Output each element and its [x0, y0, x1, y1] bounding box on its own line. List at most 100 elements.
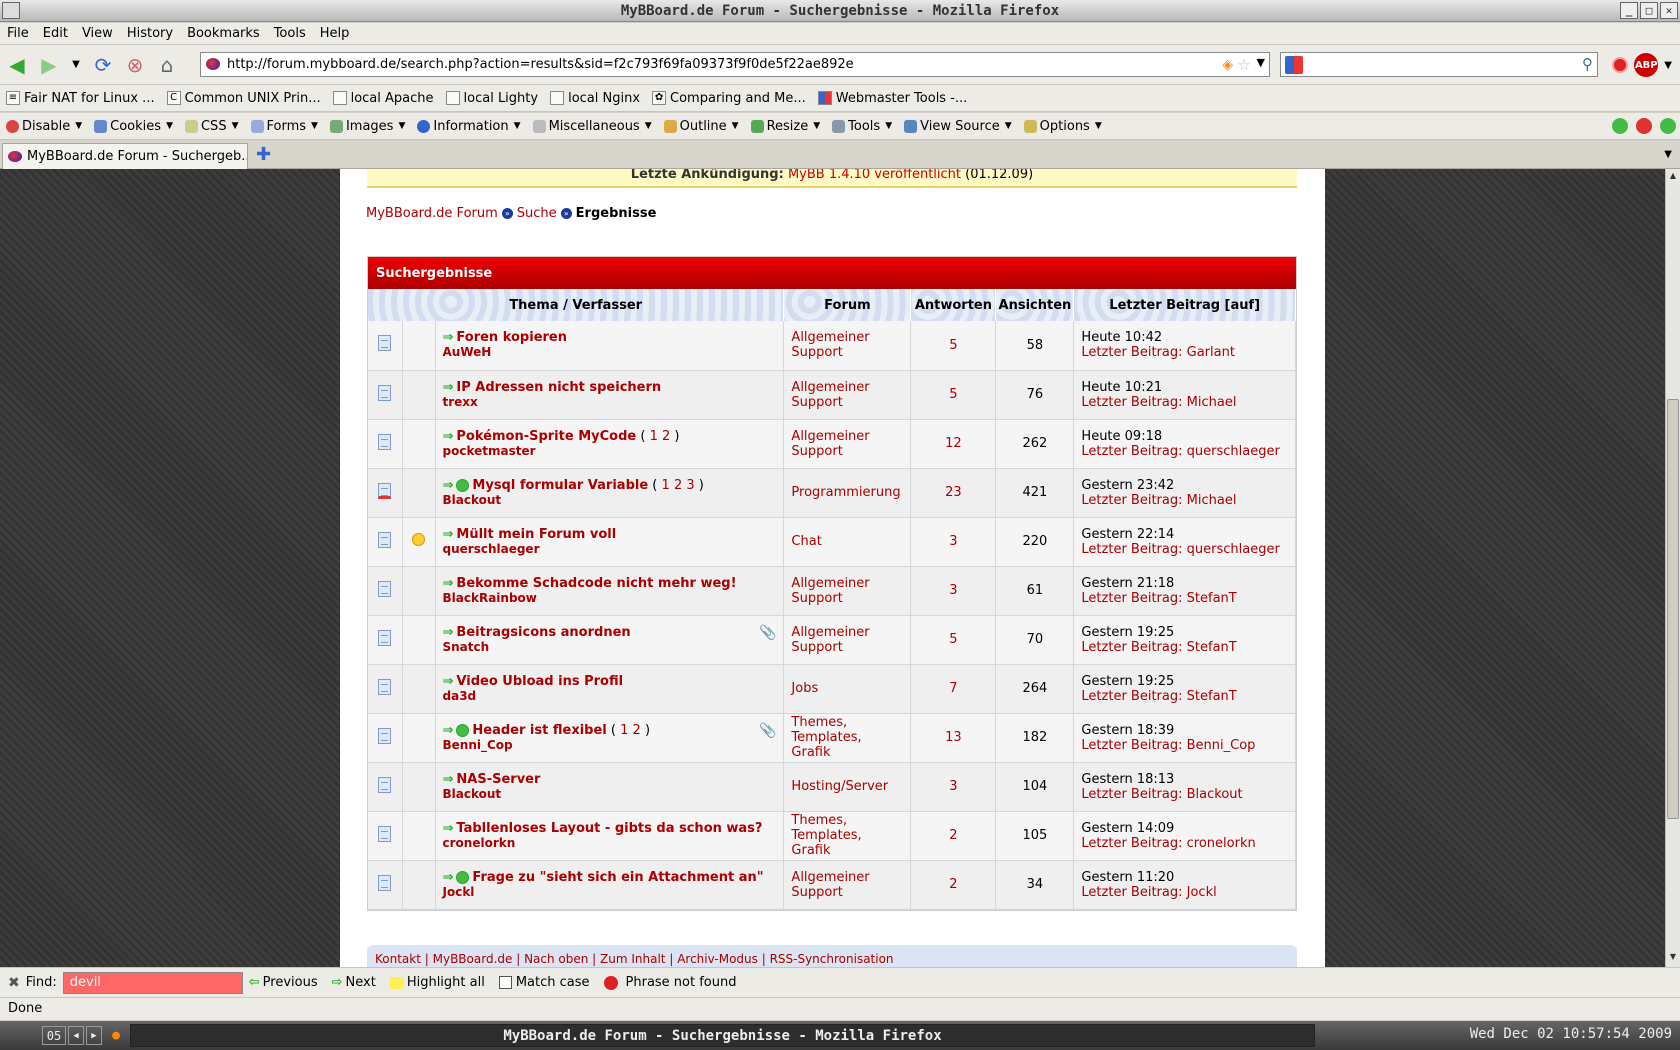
menu-history[interactable]: History	[120, 26, 180, 41]
last-post-link[interactable]: Letzter Beitrag: StefanT	[1081, 591, 1236, 606]
footer-link-archive[interactable]: Archiv-Modus	[677, 952, 758, 966]
topic-author-link[interactable]: Blackout	[443, 787, 502, 801]
home-button[interactable]: ⌂	[152, 50, 182, 80]
bookmark-star-icon[interactable]: ☆	[1238, 56, 1251, 74]
goto-new-arrow-icon[interactable]: ⇒	[443, 527, 454, 542]
dev-images-menu[interactable]: Images ▼	[324, 119, 411, 134]
answers-link[interactable]: 7	[949, 681, 957, 696]
dev-disable-menu[interactable]: Disable ▼	[0, 119, 88, 134]
topic-author-link[interactable]: trexx	[443, 395, 478, 409]
footer-link-top[interactable]: Nach oben	[524, 952, 588, 966]
last-post-link[interactable]: Letzter Beitrag: Benni_Cop	[1081, 738, 1255, 753]
goto-new-arrow-icon[interactable]: ⇒	[443, 772, 454, 787]
firefox-icon[interactable]: ●	[108, 1026, 124, 1045]
answers-link[interactable]: 12	[945, 436, 962, 451]
bookmark-item[interactable]: Webmaster Tools -...	[812, 91, 974, 106]
page-link[interactable]: 2	[674, 478, 682, 493]
topic-author-link[interactable]: Snatch	[443, 640, 490, 654]
forum-link[interactable]: Allgemeiner Support	[791, 625, 869, 655]
forum-link[interactable]: Allgemeiner Support	[791, 380, 869, 410]
page-link[interactable]: 1	[650, 429, 658, 444]
goto-new-arrow-icon[interactable]: ⇒	[443, 576, 454, 591]
answers-link[interactable]: 5	[949, 632, 957, 647]
forum-link[interactable]: Allgemeiner Support	[791, 330, 869, 360]
forum-link[interactable]: Allgemeiner Support	[791, 870, 869, 900]
dev-resize-menu[interactable]: Resize ▼	[745, 119, 827, 134]
topic-author-link[interactable]: Jockl	[443, 885, 475, 899]
topic-title-link[interactable]: Video Ubload ins Profil	[456, 674, 623, 689]
bookmark-item[interactable]: local Nginx	[544, 91, 646, 106]
answers-link[interactable]: 2	[949, 828, 957, 843]
col-header-forum[interactable]: Forum	[783, 289, 912, 321]
url-dropdown-icon[interactable]: ▼	[1257, 56, 1265, 69]
last-post-link[interactable]: Letzter Beitrag: Michael	[1081, 493, 1236, 508]
scroll-down-icon[interactable]: ▼	[1667, 952, 1679, 965]
page-link[interactable]: 2	[633, 723, 641, 738]
dev-information-menu[interactable]: Information ▼	[411, 119, 526, 134]
valid-check-icon[interactable]	[1612, 118, 1628, 134]
goto-new-arrow-icon[interactable]: ⇒	[443, 380, 454, 395]
menu-tools[interactable]: Tools	[267, 26, 313, 41]
topic-author-link[interactable]: pocketmaster	[443, 444, 536, 458]
goto-new-arrow-icon[interactable]: ⇒	[443, 625, 454, 640]
forum-link[interactable]: Programmierung	[791, 485, 900, 500]
page-link[interactable]: 2	[662, 429, 670, 444]
dev-cookies-menu[interactable]: Cookies ▼	[88, 119, 179, 134]
bookmark-item[interactable]: ≡ Fair NAT for Linux ...	[0, 91, 161, 106]
breadcrumb-forum-link[interactable]: MyBBoard.de Forum	[366, 206, 498, 221]
footer-link-contact[interactable]: Kontakt	[375, 952, 421, 966]
last-post-link[interactable]: Letzter Beitrag: StefanT	[1081, 640, 1236, 655]
goto-new-arrow-icon[interactable]: ⇒	[443, 429, 454, 444]
answers-link[interactable]: 2	[949, 877, 957, 892]
menu-edit[interactable]: Edit	[36, 26, 75, 41]
topic-author-link[interactable]: da3d	[443, 689, 477, 703]
page-link[interactable]: 1	[620, 723, 628, 738]
goto-new-arrow-icon[interactable]: ⇒	[443, 870, 454, 885]
footer-link-home[interactable]: MyBBoard.de	[433, 952, 513, 966]
last-post-link[interactable]: Letzter Beitrag: querschlaeger	[1081, 444, 1279, 459]
topic-title-link[interactable]: Bekomme Schadcode nicht mehr weg!	[456, 576, 736, 591]
answers-link[interactable]: 3	[949, 583, 957, 598]
match-case-checkbox[interactable]: Match case	[498, 975, 590, 990]
dev-tools-menu[interactable]: Tools ▼	[826, 119, 898, 134]
find-input[interactable]: devil	[62, 971, 243, 994]
topic-title-link[interactable]: Mysql formular Variable	[472, 478, 648, 493]
page-link[interactable]: 3	[686, 478, 694, 493]
last-post-link[interactable]: Letzter Beitrag: StefanT	[1081, 689, 1236, 704]
stop-button[interactable]: ⊗	[120, 50, 150, 80]
forum-link[interactable]: Allgemeiner Support	[791, 576, 869, 606]
topic-title-link[interactable]: Frage zu "sieht sich ein Attachment an"	[472, 870, 763, 885]
goto-new-arrow-icon[interactable]: ⇒	[443, 330, 454, 345]
dev-options-menu[interactable]: Options ▼	[1018, 119, 1108, 134]
goto-new-arrow-icon[interactable]: ⇒	[443, 478, 454, 493]
last-post-link[interactable]: Letzter Beitrag: Jockl	[1081, 885, 1216, 900]
topic-title-link[interactable]: Tabllenloses Layout - gibts da schon was…	[456, 821, 762, 836]
find-next-button[interactable]: ⇨ Next	[332, 975, 376, 990]
goto-new-arrow-icon[interactable]: ⇒	[443, 723, 454, 738]
highlight-all-button[interactable]: Highlight all	[389, 975, 485, 990]
answers-link[interactable]: 23	[945, 485, 962, 500]
bookmark-item[interactable]: local Apache	[327, 91, 440, 106]
topic-title-link[interactable]: NAS-Server	[456, 772, 540, 787]
status-ok-icon[interactable]	[1660, 118, 1676, 134]
close-window-button[interactable]: ✕	[1660, 2, 1678, 19]
col-header-topic[interactable]: Thema / Verfasser	[368, 289, 785, 321]
topic-title-link[interactable]: Beitragsicons anordnen	[456, 625, 630, 640]
col-header-views[interactable]: Ansichten	[995, 289, 1075, 321]
topic-author-link[interactable]: Benni_Cop	[443, 738, 513, 752]
history-dropdown-icon[interactable]: ▼	[66, 50, 86, 80]
goto-new-arrow-icon[interactable]: ⇒	[443, 674, 454, 689]
scroll-up-icon[interactable]: ▲	[1667, 171, 1679, 184]
menu-help[interactable]: Help	[313, 26, 357, 41]
forum-link[interactable]: Themes, Templates, Grafik	[791, 715, 861, 760]
topic-title-link[interactable]: Müllt mein Forum voll	[456, 527, 616, 542]
footer-link-rss[interactable]: RSS-Synchronisation	[770, 952, 894, 966]
answers-link[interactable]: 13	[945, 730, 962, 745]
workspace-next-icon[interactable]: ▶	[86, 1026, 102, 1045]
last-post-link[interactable]: Letzter Beitrag: querschlaeger	[1081, 542, 1279, 557]
back-button[interactable]: ◀	[2, 50, 32, 80]
forum-link[interactable]: Hosting/Server	[791, 779, 888, 794]
close-find-icon[interactable]: ✖	[8, 975, 20, 991]
topic-title-link[interactable]: Header ist flexibel	[472, 723, 606, 738]
bookmark-item[interactable]: ✿ Comparing and Me...	[646, 91, 812, 106]
